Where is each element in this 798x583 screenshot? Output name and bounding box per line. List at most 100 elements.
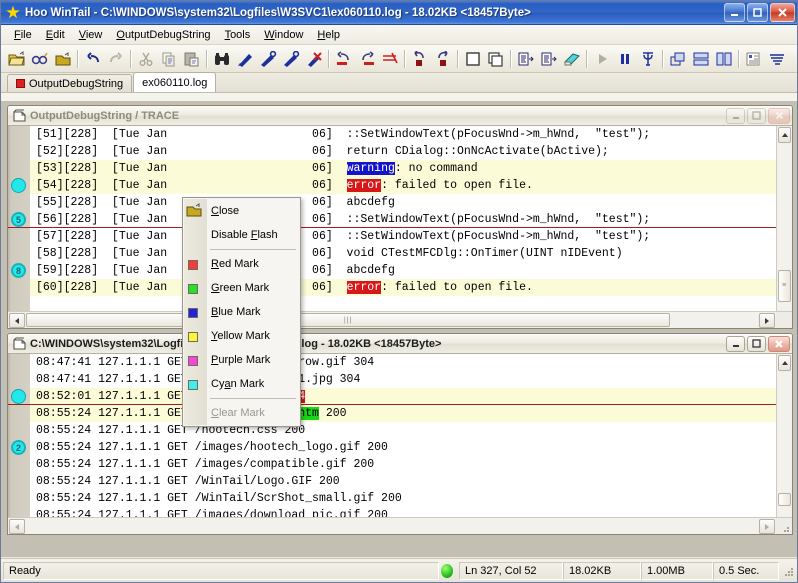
log-line[interactable]: 08:52:01 127.1.1.1 GET /favicon.ico 404	[30, 388, 776, 405]
play-icon[interactable]	[590, 47, 613, 70]
log-line[interactable]: 08:55:24 127.1.1.1 GET /images/hootech_l…	[30, 439, 776, 456]
log-line[interactable]: 08:55:24 127.1.1.1 GET /images/compatibl…	[30, 456, 776, 473]
log-line[interactable]: [54][228] [Tue Jan 06] error: failed to …	[30, 177, 776, 194]
window-resize-grip-icon[interactable]	[781, 564, 795, 578]
context-menu-item-blue-mark[interactable]: Blue Mark	[183, 300, 300, 324]
context-menu-item-green-mark[interactable]: Green Mark	[183, 276, 300, 300]
log-line[interactable]: [57][228] [Tue Jan 06] ::SetWindowText(p…	[30, 228, 776, 245]
scroll-left-button[interactable]	[9, 313, 25, 328]
find-file-icon[interactable]	[28, 47, 51, 70]
minimize-button[interactable]	[724, 3, 745, 22]
log-line[interactable]: 08:55:24 127.1.1.1 GET /WinTail/Logo.GIF…	[30, 473, 776, 490]
gutter-row[interactable]: 2	[8, 439, 30, 456]
line-mark-icon[interactable]: 8	[11, 263, 26, 278]
child-maximize-button[interactable]	[747, 336, 766, 352]
log-gutter[interactable]: 2	[8, 354, 30, 534]
find-binoculars-icon[interactable]	[210, 47, 233, 70]
gutter-row[interactable]	[8, 194, 30, 211]
bookmark-clear-icon[interactable]	[378, 47, 401, 70]
paste-icon[interactable]	[180, 47, 203, 70]
tab-ex060110-log[interactable]: ex060110.log	[133, 72, 216, 92]
close-folder-icon[interactable]	[51, 47, 74, 70]
context-menu-item-red-mark[interactable]: Red Mark	[183, 252, 300, 276]
gutter-row[interactable]	[8, 279, 30, 296]
menu-edit[interactable]: Edit	[39, 27, 72, 43]
gutter-row[interactable]	[8, 126, 30, 143]
highlight-icon[interactable]	[560, 47, 583, 70]
mark-clear-icon[interactable]	[302, 47, 325, 70]
log-line[interactable]: [59][228] [Tue Jan 06] abcdefg	[30, 262, 776, 279]
pause-icon[interactable]	[613, 47, 636, 70]
context-menu[interactable]: CloseDisable FlashRed MarkGreen MarkBlue…	[182, 197, 301, 427]
child-close-button[interactable]	[768, 108, 790, 124]
bookmark-toggle-icon[interactable]	[332, 47, 355, 70]
context-menu-item-purple-mark[interactable]: Purple Mark	[183, 348, 300, 372]
line-mark-icon[interactable]: 5	[11, 212, 26, 227]
log-lines[interactable]: 08:47:41 127.1.1.1 GET /images/step_arro…	[30, 354, 776, 534]
mark-next-icon[interactable]	[256, 47, 279, 70]
gutter-row[interactable]	[8, 177, 30, 194]
gutter-row[interactable]	[8, 456, 30, 473]
line-mark-icon[interactable]: 2	[11, 440, 26, 455]
gutter-row[interactable]	[8, 473, 30, 490]
line-mark-icon[interactable]	[11, 178, 26, 193]
log-lines[interactable]: [51][228] [Tue Jan 06] ::SetWindowText(p…	[30, 126, 776, 328]
gutter-row[interactable]: 8	[8, 262, 30, 279]
tile-vertical-icon[interactable]	[712, 47, 735, 70]
mark-blue-icon[interactable]	[233, 47, 256, 70]
context-menu-item-cyan-mark[interactable]: Cyan Mark	[183, 372, 300, 396]
indent-icon[interactable]	[514, 47, 537, 70]
log-line[interactable]: [56][228] [Tue Jan 06] ::SetWindowText(p…	[30, 211, 776, 228]
log-line[interactable]: 08:55:24 127.1.1.1 GET /hootech.css 200	[30, 422, 776, 439]
menu-help[interactable]: Help	[310, 27, 347, 43]
context-menu-item-yellow-mark[interactable]: Yellow Mark	[183, 324, 300, 348]
scrollbar-track[interactable]: |||	[26, 312, 758, 328]
log-line[interactable]: [55][228] [Tue Jan 06] abcdefg	[30, 194, 776, 211]
gutter-row[interactable]	[8, 143, 30, 160]
menu-outputdebugstring[interactable]: OutputDebugString	[109, 27, 217, 43]
log-line[interactable]: [51][228] [Tue Jan 06] ::SetWindowText(p…	[30, 126, 776, 143]
context-menu-item-close[interactable]: Close	[183, 199, 300, 223]
gutter-row[interactable]	[8, 490, 30, 507]
cut-icon[interactable]	[134, 47, 157, 70]
log-gutter[interactable]: 58	[8, 126, 30, 328]
copy-icon[interactable]	[157, 47, 180, 70]
scroll-left-button[interactable]	[9, 519, 25, 534]
filter-icon[interactable]	[636, 47, 659, 70]
new-window-icon[interactable]	[461, 47, 484, 70]
gutter-row[interactable]	[8, 228, 30, 245]
outdent-icon[interactable]	[537, 47, 560, 70]
close-button[interactable]	[770, 3, 795, 22]
gutter-row[interactable]	[8, 388, 30, 405]
options-icon[interactable]	[765, 47, 788, 70]
goto-prev-mark-icon[interactable]	[408, 47, 431, 70]
log-line[interactable]: 08:55:24 127.1.1.1 GET /WinTail/index.ht…	[30, 405, 776, 422]
menu-file[interactable]: File	[7, 27, 39, 43]
gutter-row[interactable]	[8, 245, 30, 262]
scrollbar-thumb[interactable]: |||	[26, 313, 670, 327]
gutter-row[interactable]	[8, 160, 30, 177]
line-mark-icon[interactable]	[11, 389, 26, 404]
vertical-scrollbar-2[interactable]	[776, 354, 792, 534]
horizontal-scrollbar-1[interactable]: |||	[8, 311, 792, 328]
scrollbar-track[interactable]	[26, 518, 758, 534]
menu-tools[interactable]: Tools	[218, 27, 258, 43]
gutter-row[interactable]	[8, 371, 30, 388]
tab-outputdebugstring[interactable]: OutputDebugString	[7, 74, 132, 92]
clone-window-icon[interactable]	[484, 47, 507, 70]
properties-icon[interactable]	[742, 47, 765, 70]
resize-grip-icon[interactable]	[778, 518, 792, 532]
menu-window[interactable]: Window	[257, 27, 310, 43]
redo-icon[interactable]	[104, 47, 127, 70]
scrollbar-track[interactable]: ≡	[777, 144, 792, 310]
child-maximize-button[interactable]	[747, 108, 766, 124]
scroll-right-button[interactable]	[759, 519, 775, 534]
vertical-scrollbar-1[interactable]: ≡	[776, 126, 792, 328]
log-line[interactable]: [60][228] [Tue Jan 06] error: failed to …	[30, 279, 776, 296]
child-minimize-button[interactable]	[726, 108, 745, 124]
mark-prev-icon[interactable]	[279, 47, 302, 70]
horizontal-scrollbar-2[interactable]	[8, 517, 792, 534]
bookmark-next-icon[interactable]	[355, 47, 378, 70]
gutter-row[interactable]	[8, 405, 30, 422]
tile-horizontal-icon[interactable]	[689, 47, 712, 70]
